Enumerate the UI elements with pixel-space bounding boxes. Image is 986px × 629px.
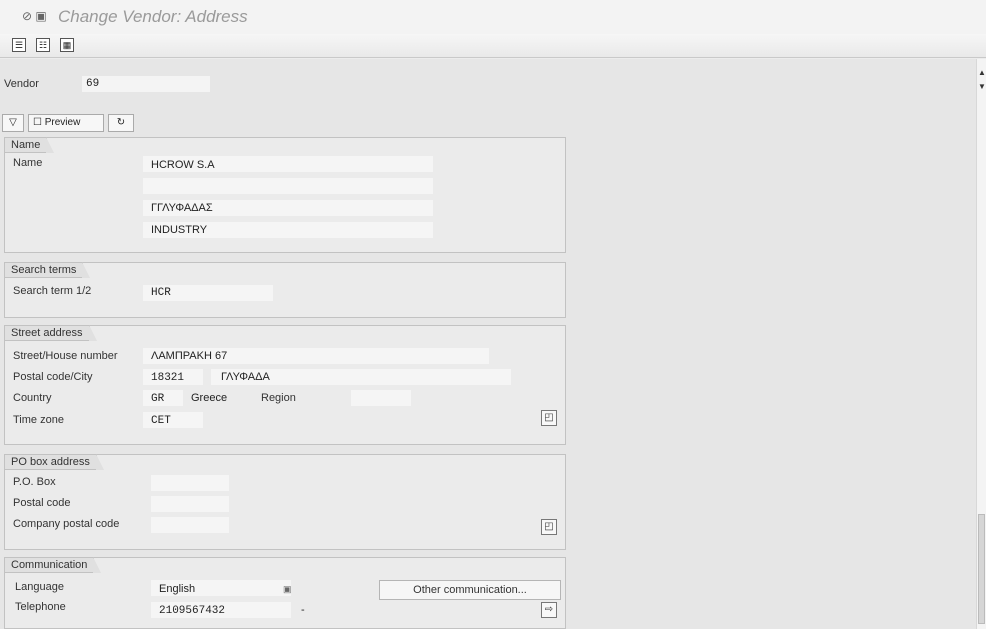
- name-line-2-field[interactable]: [143, 178, 433, 194]
- po-box-group-title: PO box address: [4, 454, 104, 470]
- name-label: Name: [13, 157, 43, 169]
- time-zone-label: Time zone: [13, 414, 64, 426]
- name-line-1-field[interactable]: HCROW S.A: [151, 159, 215, 171]
- scrollbar-thumb[interactable]: [978, 514, 985, 624]
- time-zone-field[interactable]: CET: [151, 415, 171, 427]
- company-postal-code-label: Company postal code: [13, 518, 120, 530]
- vendor-label: Vendor: [4, 78, 39, 90]
- other-communication-button[interactable]: Other communication...: [379, 580, 561, 600]
- street-address-group: Street address Street/House number ΛΑΜΠΡ…: [4, 325, 566, 445]
- region-label: Region: [261, 392, 296, 404]
- printer-icon: ☐: [33, 117, 42, 128]
- display-change-icon[interactable]: ☰: [12, 38, 26, 52]
- region-field[interactable]: [351, 390, 411, 406]
- po-postal-code-field[interactable]: [151, 496, 229, 512]
- international-version-icon[interactable]: ↻: [108, 114, 134, 132]
- search-term-label: Search term 1/2: [13, 285, 92, 297]
- language-dropdown-icon[interactable]: ▣: [283, 584, 292, 595]
- name-line-4-field[interactable]: INDUSTRY: [151, 224, 207, 236]
- po-box-more-fields-icon[interactable]: ◰: [541, 519, 557, 535]
- telephone-details-icon[interactable]: ⇨: [541, 602, 557, 618]
- telephone-label: Telephone: [15, 601, 66, 613]
- country-label: Country: [13, 392, 52, 404]
- title-bar: ⊘ ▣ Change Vendor: Address: [0, 0, 986, 34]
- company-postal-code-field[interactable]: [151, 517, 229, 533]
- application-toolbar: ☰ ☷ ▦: [0, 34, 986, 58]
- search-terms-group-title: Search terms: [4, 262, 91, 278]
- copy-icon[interactable]: ☷: [36, 38, 50, 52]
- search-terms-group: Search terms Search term 1/2 HCR: [4, 262, 566, 318]
- po-box-group: PO box address P.O. Box Postal code Comp…: [4, 454, 566, 550]
- postal-code-field[interactable]: 18321: [151, 372, 184, 384]
- name-line-3-field[interactable]: ΓΓΛΥΦΑΔΑΣ: [151, 202, 213, 214]
- city-field[interactable]: ΓΛΥΦΑΔΑ: [221, 371, 270, 383]
- more-fields-icon[interactable]: ◰: [541, 410, 557, 426]
- po-box-label: P.O. Box: [13, 476, 56, 488]
- language-field[interactable]: English: [159, 583, 195, 595]
- vertical-scrollbar[interactable]: ▲ ▼: [976, 59, 986, 629]
- preview-button[interactable]: ☐ Preview: [28, 114, 104, 132]
- search-term-field[interactable]: HCR: [151, 287, 171, 299]
- country-name: Greece: [191, 392, 228, 404]
- window-menu-icon[interactable]: ⊘ ▣: [22, 9, 47, 23]
- window-title: Change Vendor: Address: [58, 7, 248, 26]
- vendor-field[interactable]: 69: [82, 76, 210, 92]
- street-field[interactable]: ΛΑΜΠΡΑΚΗ 67: [151, 350, 227, 362]
- scroll-down-icon[interactable]: ▼: [978, 83, 986, 91]
- telephone-extension-field[interactable]: -: [301, 604, 305, 616]
- postal-city-label: Postal code/City: [13, 371, 93, 383]
- info-icon[interactable]: ▦: [60, 38, 74, 52]
- name-group-title: Name: [4, 137, 55, 153]
- country-field[interactable]: GR: [151, 393, 164, 405]
- address-dropdown-button[interactable]: ▽: [2, 114, 24, 132]
- po-postal-code-label: Postal code: [13, 497, 71, 509]
- scroll-up-icon[interactable]: ▲: [978, 69, 986, 77]
- telephone-field[interactable]: 2109567432: [159, 605, 225, 617]
- street-address-group-title: Street address: [4, 325, 97, 341]
- communication-group-title: Communication: [4, 557, 102, 573]
- street-label: Street/House number: [13, 350, 118, 362]
- po-box-field[interactable]: [151, 475, 229, 491]
- language-label: Language: [15, 581, 64, 593]
- preview-button-label: Preview: [44, 117, 81, 128]
- name-group: Name Name HCROW S.A ΓΓΛΥΦΑΔΑΣ INDUSTRY: [4, 137, 566, 253]
- communication-group: Communication Language English ▣ Other c…: [4, 557, 566, 629]
